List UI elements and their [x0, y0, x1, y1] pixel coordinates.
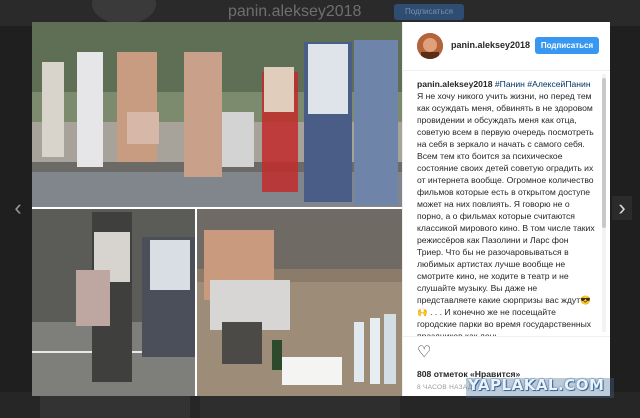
chevron-right-icon[interactable]: › — [612, 196, 632, 220]
post-caption: panin.aleksey2018 #Панин #АлексейПанин Я… — [417, 78, 597, 336]
background-follow-button: Подписаться — [394, 4, 464, 20]
caption-text: Я не хочу никого учить жизни, но перед т… — [417, 91, 595, 336]
follow-button[interactable]: Подписаться — [535, 37, 599, 54]
caption-username[interactable]: panin.aleksey2018 — [417, 79, 493, 89]
background-thumbnail — [200, 394, 400, 418]
post-header: panin.aleksey2018 Подписаться — [403, 22, 610, 71]
post-photo — [32, 22, 402, 396]
chevron-left-icon[interactable]: ‹ — [8, 196, 28, 220]
background-thumbnail — [40, 394, 190, 418]
post-username[interactable]: panin.aleksey2018 — [451, 40, 530, 50]
avatar-image — [417, 33, 443, 59]
watermark-logo: YAPLAKAL.COM — [468, 376, 605, 394]
likes-number: 808 отметок — [417, 369, 468, 379]
caption-scrollbar-thumb[interactable] — [602, 78, 606, 228]
avatar[interactable] — [417, 33, 443, 59]
background-username: panin.aleksey2018 — [228, 3, 362, 20]
post-modal: panin.aleksey2018 Подписаться panin.alek… — [32, 22, 610, 396]
post-timestamp: 8 ЧАСОВ НАЗАД — [417, 384, 473, 391]
post-sidebar: panin.aleksey2018 Подписаться panin.alek… — [402, 22, 610, 396]
heart-outline-icon[interactable]: ♡ — [417, 345, 431, 361]
caption-scrollbar[interactable] — [602, 74, 606, 332]
post-photo-collage — [32, 22, 402, 396]
caption-hashtags[interactable]: #Панин #АлексейПанин — [495, 79, 591, 89]
